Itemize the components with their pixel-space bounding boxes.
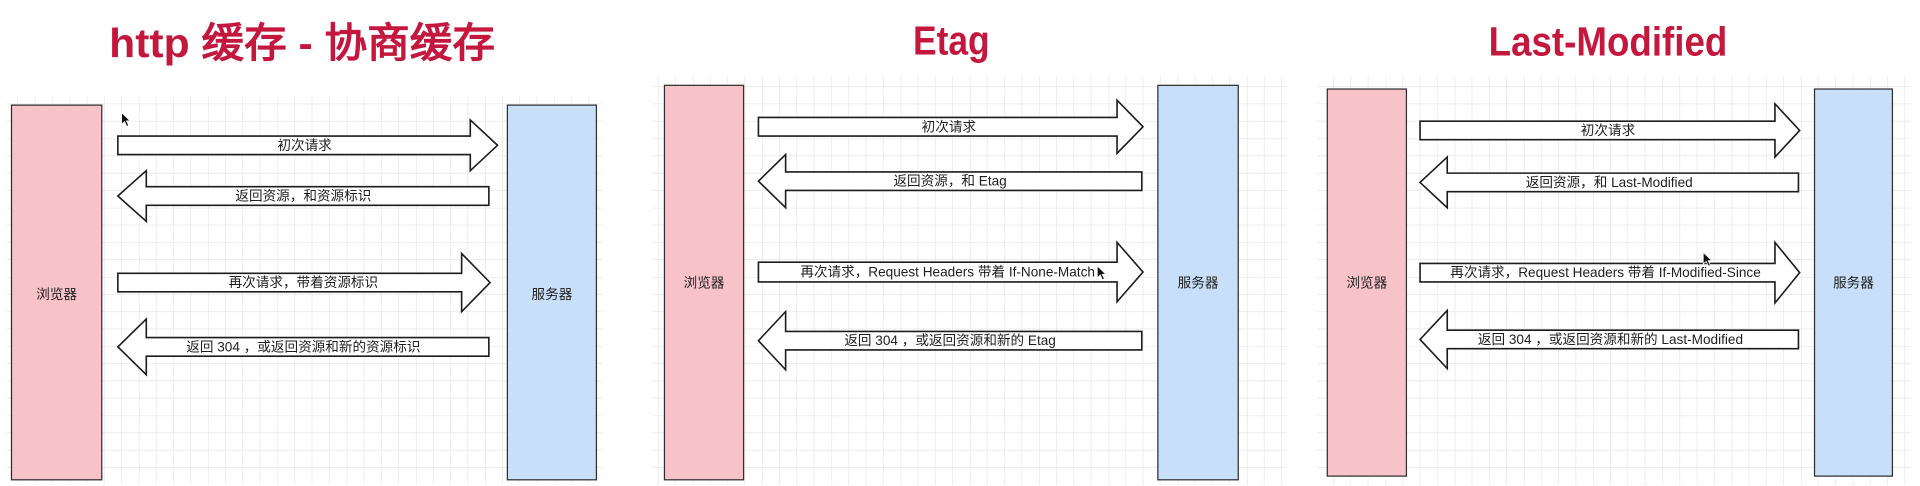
panel-title: Etag <box>913 17 990 63</box>
server-label: 服务器 <box>532 287 573 302</box>
cache-diagrams: http 缓存 - 协商缓存 浏览器 服务器 初次请求 返回资源，和资源标识 再… <box>0 0 1920 486</box>
server-label: 服务器 <box>1178 276 1219 291</box>
first-request-label: 初次请求 <box>277 137 332 153</box>
first-request-label: 初次请求 <box>1581 122 1636 138</box>
browser-label: 浏览器 <box>684 276 725 291</box>
panel-title: Last-Modified <box>1489 19 1728 65</box>
first-response-label: 返回资源，和 Etag <box>893 174 1006 189</box>
second-response-label: 返回 304 ，或返回资源和新的资源标识 <box>186 339 420 354</box>
conditional-request-label: 再次请求，Request Headers 带着 If-None-Match <box>800 264 1095 280</box>
panel-last-modified: Last-Modified 浏览器 服务器 初次请求 返回资源，和 Last-M… <box>1317 19 1911 485</box>
first-response-label: 返回资源，和资源标识 <box>235 189 371 204</box>
panel-title: http 缓存 - 协商缓存 <box>109 20 495 66</box>
browser-label: 浏览器 <box>36 287 77 302</box>
panel-etag: Etag 浏览器 服务器 初次请求 返回资源，和 Etag 再次请求，Reque… <box>652 17 1287 485</box>
conditional-response-label: 返回 304 ，或返回资源和新的 Last-Modified <box>1478 332 1743 347</box>
server-label: 服务器 <box>1833 276 1874 291</box>
conditional-response-label: 返回 304 ，或返回资源和新的 Etag <box>844 333 1056 348</box>
first-request-label: 初次请求 <box>922 118 977 134</box>
first-response-label: 返回资源，和 Last-Modified <box>1526 175 1693 190</box>
browser-label: 浏览器 <box>1346 276 1387 291</box>
conditional-request-label: 再次请求，Request Headers 带着 If-Modified-Sinc… <box>1450 264 1761 280</box>
second-request-label: 再次请求，带着资源标识 <box>229 274 379 290</box>
